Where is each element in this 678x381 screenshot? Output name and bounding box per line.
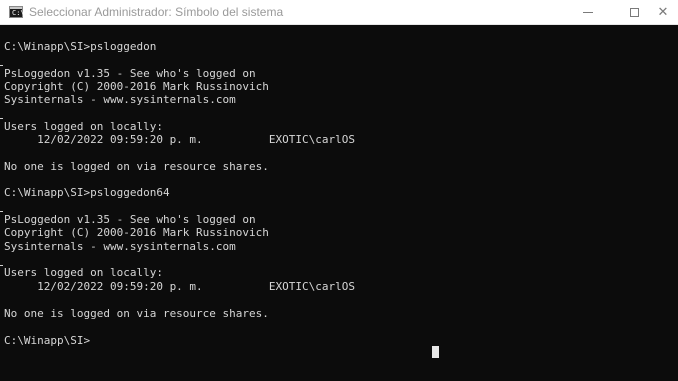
console-line: No one is logged on via resource shares. xyxy=(4,160,269,173)
console-prompt: C:\Winapp\SI> xyxy=(4,334,91,347)
window-title: Seleccionar Administrador: Símbolo del s… xyxy=(29,5,284,19)
console-line: Copyright (C) 2000-2016 Mark Russinovich xyxy=(4,226,269,239)
left-edge-mark xyxy=(0,265,3,266)
minimize-icon xyxy=(583,11,593,13)
command-prompt-window: C:\ Seleccionar Administrador: Símbolo d… xyxy=(0,0,678,381)
console-line: No one is logged on via resource shares. xyxy=(4,307,269,320)
maximize-icon xyxy=(629,7,639,17)
console-line: Sysinternals - www.sysinternals.com xyxy=(4,93,236,106)
left-edge-mark xyxy=(0,211,3,212)
minimize-button[interactable] xyxy=(565,0,611,24)
console-line: Users logged on locally: xyxy=(4,120,163,133)
cmd-icon-glyph: C:\ xyxy=(12,9,25,17)
console-line: C:\Winapp\SI>psloggedon64 xyxy=(4,186,170,199)
console-line: C:\Winapp\SI>psloggedon xyxy=(4,40,157,53)
console-line: PsLoggedon v1.35 - See who's logged on xyxy=(4,213,256,226)
left-edge-mark xyxy=(0,118,3,119)
title-bar[interactable]: C:\ Seleccionar Administrador: Símbolo d… xyxy=(0,0,678,25)
console-line: Copyright (C) 2000-2016 Mark Russinovich xyxy=(4,80,269,93)
close-button[interactable]: ✕ xyxy=(648,0,678,24)
left-edge-mark xyxy=(0,65,3,66)
close-icon: ✕ xyxy=(657,4,669,20)
cmd-icon[interactable]: C:\ xyxy=(9,6,25,18)
console-line: Users logged on locally: xyxy=(4,266,163,279)
text-cursor xyxy=(432,346,439,358)
console-line: 12/02/2022 09:59:20 p. m. EXOTIC\carlOS xyxy=(4,280,355,293)
console-line: Sysinternals - www.sysinternals.com xyxy=(4,240,236,253)
console-line: PsLoggedon v1.35 - See who's logged on xyxy=(4,67,256,80)
console-output[interactable]: C:\Winapp\SI>psloggedon PsLoggedon v1.35… xyxy=(0,25,678,381)
console-line: 12/02/2022 09:59:20 p. m. EXOTIC\carlOS xyxy=(4,133,355,146)
